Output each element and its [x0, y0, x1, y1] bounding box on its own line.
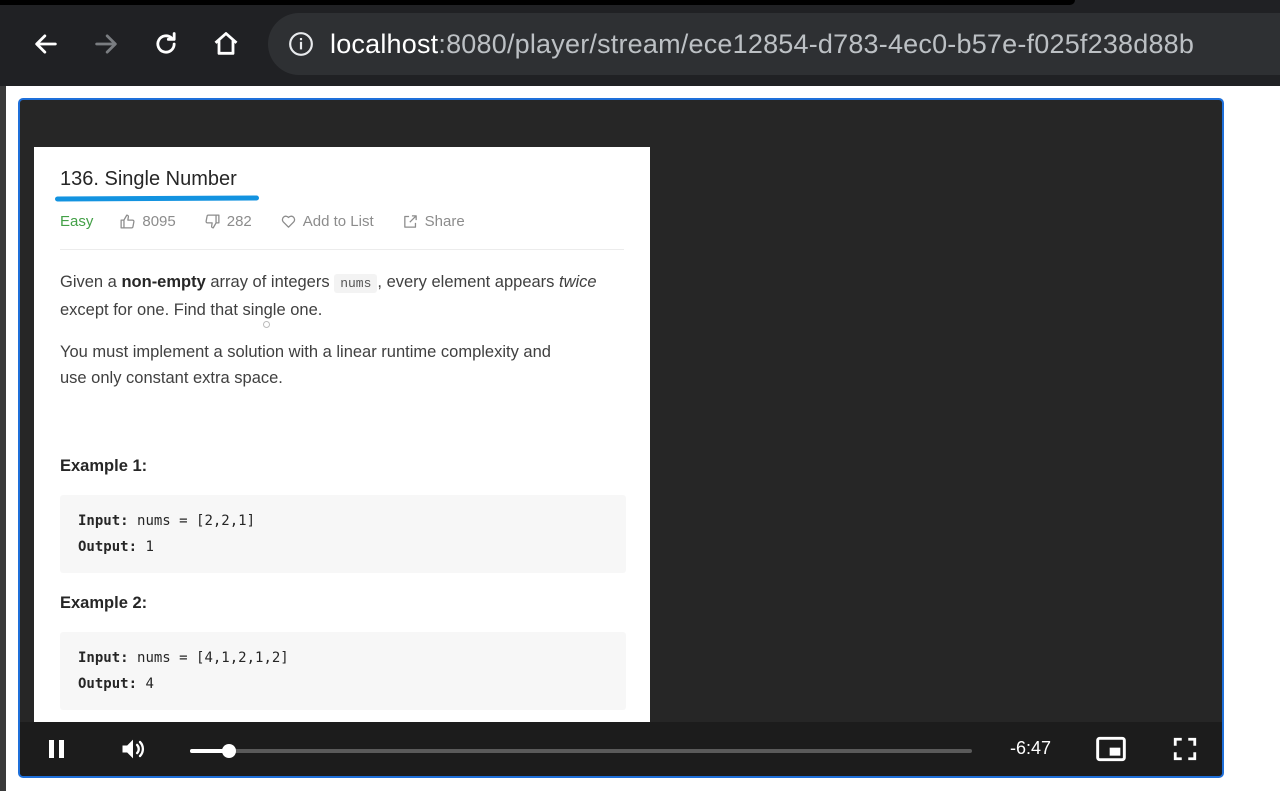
seek-handle[interactable]	[222, 744, 237, 758]
video-player[interactable]: 136. Single Number Easy 8095 282 Add to …	[18, 98, 1224, 778]
heart-icon	[281, 215, 295, 228]
example-2-box: Input: nums = [4,1,2,1,2] Output: 4	[60, 632, 626, 710]
input-label: Input:	[78, 650, 129, 666]
desc-text: except for one. Find that single one.	[60, 301, 323, 319]
home-button[interactable]	[208, 26, 244, 62]
dislikes-count: 282	[226, 212, 252, 230]
add-to-list-label: Add to List	[302, 212, 374, 230]
url-host: localhost	[330, 28, 439, 59]
problem-title: 136. Single Number	[60, 168, 237, 190]
reload-icon	[156, 32, 176, 54]
likes-count: 8095	[142, 212, 176, 230]
video-frame: 136. Single Number Easy 8095 282 Add to …	[34, 147, 650, 722]
example-1-heading: Example 1:	[60, 457, 148, 475]
seek-bar[interactable]	[190, 744, 972, 758]
forward-button[interactable]	[88, 26, 124, 62]
problem-meta-row: Easy 8095 282 Add to List Share	[60, 210, 493, 232]
fullscreen-button[interactable]	[1170, 734, 1200, 764]
desc-text: Given a	[60, 273, 122, 291]
picture-in-picture-icon	[1096, 736, 1126, 762]
input-value: nums = [2,2,1]	[137, 513, 256, 529]
desc-text: array of integers	[205, 273, 335, 291]
reload-button[interactable]	[148, 26, 184, 62]
share: Share	[402, 213, 465, 230]
example-2-heading: Example 2:	[60, 594, 148, 612]
page-edge	[0, 86, 6, 791]
inline-code: nums	[334, 274, 378, 293]
description-paragraph-1: Given a non-empty array of integers nums…	[60, 269, 630, 323]
output-value: 4	[145, 676, 154, 692]
fullscreen-icon	[1173, 737, 1197, 761]
output-label: Output:	[78, 539, 138, 555]
example-2-output: Output: 4	[78, 676, 154, 692]
input-value: nums = [4,1,2,1,2]	[137, 650, 289, 666]
pause-button[interactable]	[42, 734, 72, 764]
info-icon[interactable]	[288, 31, 314, 57]
tab-strip-edge	[0, 0, 1075, 5]
thumbs-down-icon	[205, 213, 220, 229]
pause-icon	[49, 740, 64, 758]
example-1-box: Input: nums = [2,2,1] Output: 1	[60, 495, 626, 573]
address-bar[interactable]: localhost:8080/player/stream/ece12854-d7…	[268, 13, 1280, 75]
add-to-list: Add to List	[280, 213, 374, 230]
browser-toolbar: localhost:8080/player/stream/ece12854-d7…	[0, 0, 1280, 86]
example-2-input: Input: nums = [4,1,2,1,2]	[78, 650, 289, 666]
share-icon	[403, 214, 417, 228]
mouse-cursor	[263, 321, 270, 328]
output-label: Output:	[78, 676, 138, 692]
thumbs-up-icon	[120, 213, 135, 229]
player-controls: -6:47	[20, 722, 1222, 776]
input-label: Input:	[78, 513, 129, 529]
desc-text: use only constant extra space.	[60, 369, 283, 387]
volume-icon	[122, 739, 145, 759]
volume-button[interactable]	[116, 734, 150, 764]
desc-bold: non-empty	[121, 273, 206, 291]
difficulty-label: Easy	[60, 212, 94, 230]
desc-text: , every element appears	[377, 273, 560, 291]
output-value: 1	[145, 539, 154, 555]
dislikes: 282	[204, 213, 252, 230]
time-remaining: -6:47	[1010, 738, 1052, 758]
url-text[interactable]: localhost:8080/player/stream/ece12854-d7…	[330, 29, 1194, 60]
url-path: :8080/player/stream/ece12854-d783-4ec0-b…	[438, 28, 1195, 59]
example-1-input: Input: nums = [2,2,1]	[78, 513, 255, 529]
description-paragraph-2: You must implement a solution with a lin…	[60, 339, 630, 391]
example-1-output: Output: 1	[78, 539, 154, 555]
title-underline-annotation	[54, 195, 260, 202]
forward-arrow-icon	[95, 34, 117, 54]
share-label: Share	[424, 212, 465, 230]
back-button[interactable]	[28, 26, 64, 62]
desc-italic: twice	[559, 273, 597, 291]
likes: 8095	[119, 212, 176, 230]
picture-in-picture-button[interactable]	[1094, 734, 1128, 764]
desc-text: You must implement a solution with a lin…	[60, 343, 551, 361]
back-arrow-icon	[35, 34, 57, 54]
home-icon	[214, 32, 238, 55]
divider	[60, 249, 624, 250]
